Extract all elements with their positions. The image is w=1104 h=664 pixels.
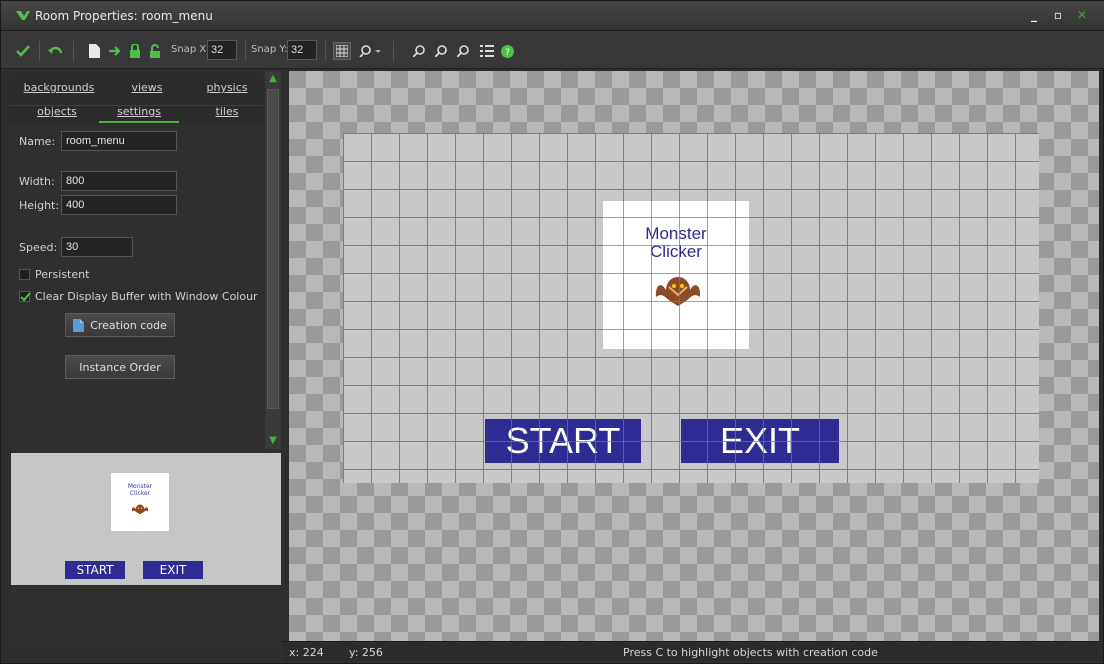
window-title: Room Properties: room_menu [35,9,213,23]
scroll-down-icon[interactable]: ▼ [267,435,279,447]
name-label: Name: [19,135,56,148]
undo-icon[interactable] [47,42,65,60]
toolbar-divider [39,41,40,61]
lock-icon[interactable] [127,42,143,60]
tab-views[interactable]: views [119,77,175,99]
name-field[interactable] [61,131,177,151]
clear-display-label: Clear Display Buffer with Window Colour [35,290,258,303]
monster-icon [655,277,701,306]
zoom-out-icon[interactable] [411,42,427,60]
scroll-up-icon[interactable]: ▲ [267,73,279,85]
tab-backgrounds[interactable]: backgrounds [19,77,99,99]
preview-logo-line1: Monster [127,483,153,490]
close-button[interactable]: ✕ [1071,7,1093,25]
room-properties-window: Room Properties: room_menu _ ▫ ✕ Snap X:… [0,0,1104,664]
logo-instance[interactable]: Monster Clicker [603,201,749,349]
creation-code-label: Creation code [90,318,167,332]
scroll-thumb[interactable] [267,89,279,409]
height-label: Height: [19,199,60,212]
toolbar: Snap X: Snap Y: ? [1,31,1104,69]
zoom-reset-icon[interactable] [433,42,449,60]
instance-order-label: Instance Order [79,360,161,374]
toolbar-divider [245,41,246,61]
svg-text:?: ? [505,48,510,58]
preview-logo-line2: Clicker [129,490,151,497]
shift-icon[interactable] [107,42,123,60]
toolbar-divider [393,41,394,61]
maximize-button[interactable]: ▫ [1047,7,1069,25]
instance-order-button[interactable]: Instance Order [65,355,175,379]
settings-panel: backgrounds views physics objects settin… [9,69,263,449]
preview-start-button: START [65,561,125,579]
tab-divider [9,105,263,106]
title-bar[interactable]: Room Properties: room_menu _ ▫ ✕ [1,1,1104,31]
help-icon[interactable]: ? [499,42,515,60]
gamemaker-icon [15,9,31,22]
left-panel-footer [11,585,281,645]
width-label: Width: [19,175,55,188]
start-button-instance[interactable]: START [485,419,641,463]
toolbar-divider [73,41,74,61]
creation-code-button[interactable]: Creation code [65,313,175,337]
monster-icon [131,504,149,515]
width-field[interactable] [61,171,177,191]
snap-x-input[interactable] [207,40,237,60]
grid-icon[interactable] [333,42,351,60]
snap-x-label: Snap X: [171,44,210,55]
minimize-button[interactable]: _ [1023,7,1045,25]
speed-label: Speed: [19,241,58,254]
logo-line1: Monster [645,224,707,243]
speed-field[interactable] [61,237,133,257]
tab-bar: backgrounds views physics objects settin… [9,73,263,125]
persistent-label: Persistent [35,268,90,281]
new-icon[interactable] [87,42,101,60]
status-bar: x: 224 y: 256 Press C to highlight objec… [283,641,1099,661]
snap-y-label: Snap Y: [251,44,288,55]
check-mark-icon [20,292,31,302]
snap-y-input[interactable] [287,40,317,60]
ok-check-icon[interactable] [15,42,31,60]
list-icon[interactable] [479,42,495,60]
height-field[interactable] [61,195,177,215]
tab-physics[interactable]: physics [199,77,255,99]
logo-line2: Clicker [650,242,702,261]
status-message: Press C to highlight objects with creati… [623,646,878,659]
zoom-dropdown-icon[interactable] [357,42,383,60]
preview-logo: Monster Clicker [111,473,169,531]
document-icon [73,318,85,332]
exit-button-instance[interactable]: EXIT [681,419,839,463]
room-preview: Monster Clicker START EXIT [11,453,281,585]
unlock-icon[interactable] [147,42,163,60]
zoom-in-icon[interactable] [455,42,471,60]
persistent-checkbox[interactable] [19,269,30,280]
panel-scrollbar[interactable]: ▲ ▼ [265,71,281,449]
toolbar-divider [325,41,326,61]
preview-exit-button: EXIT [143,561,203,579]
cursor-x: x: 224 [289,646,324,659]
cursor-y: y: 256 [349,646,383,659]
clear-display-checkbox[interactable] [19,291,31,302]
